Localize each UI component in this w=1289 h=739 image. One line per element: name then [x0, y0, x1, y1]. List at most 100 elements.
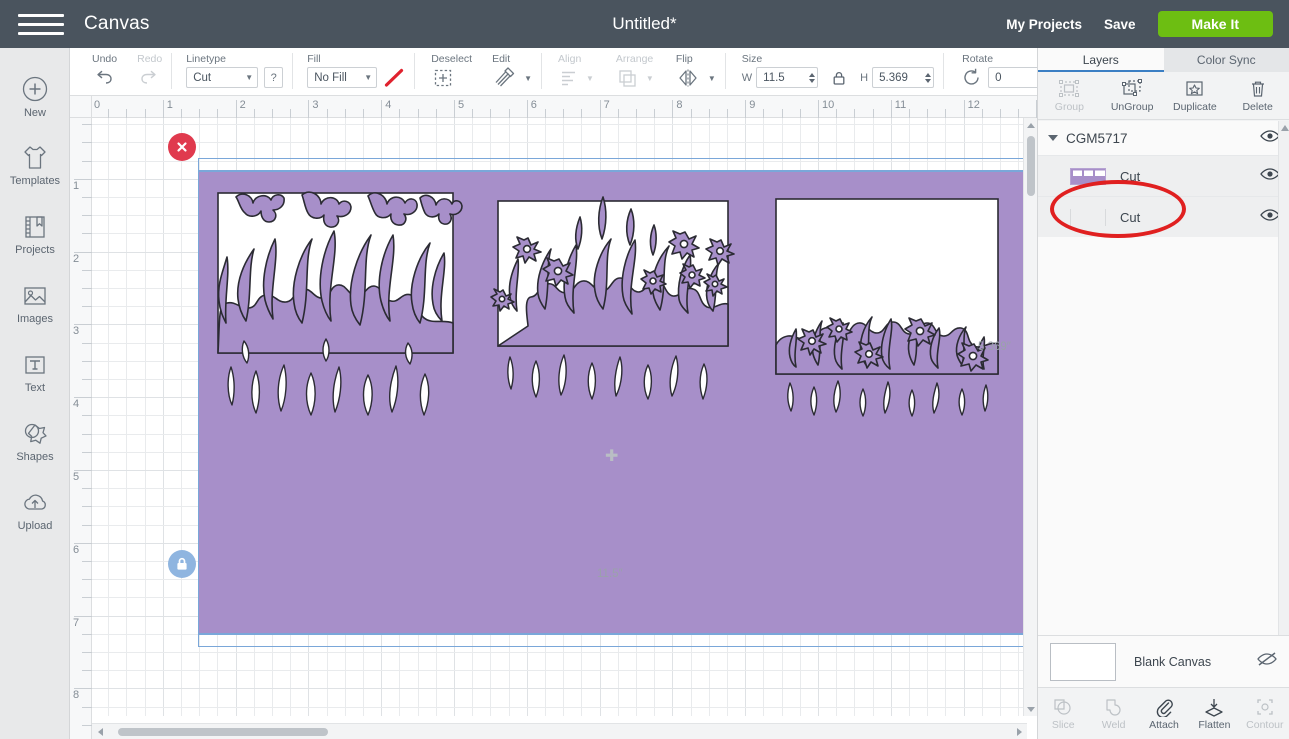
- ruler-subtick: [82, 433, 92, 435]
- layer-thumbnail: [1070, 208, 1106, 226]
- undo-button[interactable]: [92, 67, 116, 89]
- make-it-button[interactable]: Make It: [1157, 11, 1273, 37]
- layer-group-row[interactable]: CGM5717: [1038, 121, 1289, 155]
- ruler-subtick: [763, 109, 765, 118]
- arrange-button[interactable]: ▼: [616, 67, 654, 89]
- paperclip-icon: [1156, 699, 1173, 717]
- align-button[interactable]: ▼: [558, 67, 594, 89]
- sidebar-item-templates[interactable]: Templates: [0, 131, 70, 200]
- ruler-label: 3: [312, 99, 319, 111]
- tab-color-sync[interactable]: Color Sync: [1164, 48, 1289, 72]
- ruler-subtick: [199, 109, 201, 118]
- ruler-subtick: [435, 109, 437, 118]
- slice-icon: [1054, 698, 1071, 715]
- sidebar-item-images[interactable]: Images: [0, 269, 70, 338]
- ruler-label: 7: [73, 616, 80, 629]
- redo-button[interactable]: [137, 67, 161, 89]
- deselect-button[interactable]: [431, 67, 455, 89]
- edit-button[interactable]: ▼: [492, 67, 532, 89]
- layer-visibility-toggle[interactable]: [1260, 208, 1280, 227]
- canvas-area[interactable]: ✚ 11.5″ 5.369″ 012345678910111213 012345…: [70, 96, 1037, 739]
- ruler-subtick: [82, 724, 92, 726]
- flatten-button[interactable]: Flatten: [1189, 688, 1239, 739]
- linetype-help-button[interactable]: ?: [264, 67, 284, 88]
- fill-label: Fill: [307, 53, 321, 65]
- ruler-subtick: [399, 109, 401, 118]
- sidebar-label-templates: Templates: [9, 175, 61, 187]
- layer-visibility-toggle[interactable]: [1260, 167, 1280, 186]
- ruler-subtick: [781, 109, 783, 118]
- group-button[interactable]: Group: [1038, 72, 1101, 119]
- scroll-up-icon[interactable]: [1024, 118, 1037, 132]
- canvas-hscrollbar[interactable]: [92, 723, 1027, 739]
- layer-list-scrollbar[interactable]: [1278, 121, 1289, 692]
- diagonal-line-icon[interactable]: [383, 67, 405, 88]
- hscroll-thumb[interactable]: [118, 728, 328, 736]
- sidebar-item-upload[interactable]: Upload: [0, 476, 70, 545]
- attach-label: Attach: [1149, 718, 1179, 731]
- sidebar-item-new[interactable]: New: [0, 62, 70, 131]
- attach-button[interactable]: Attach: [1139, 688, 1189, 739]
- stack-layers-icon: [619, 70, 636, 87]
- blank-canvas-visibility-toggle[interactable]: [1256, 651, 1278, 672]
- ruler-subtick: [82, 524, 92, 526]
- canvas-vscrollbar[interactable]: [1023, 118, 1037, 716]
- duplicate-icon: [1186, 80, 1203, 96]
- ruler-label: 4: [385, 99, 392, 111]
- blank-canvas-row[interactable]: Blank Canvas: [1038, 635, 1289, 687]
- height-stepper[interactable]: [922, 67, 934, 88]
- undo-label: Undo: [92, 53, 118, 65]
- sidebar-item-text[interactable]: Text: [0, 338, 70, 407]
- weld-button[interactable]: Weld: [1088, 688, 1138, 739]
- sidebar-item-shapes[interactable]: Shapes: [0, 407, 70, 476]
- sidebar-item-projects[interactable]: Projects: [0, 200, 70, 269]
- scroll-right-icon[interactable]: [1011, 724, 1027, 739]
- hamburger-icon[interactable]: [18, 8, 64, 40]
- scroll-left-icon[interactable]: [92, 724, 108, 739]
- group-visibility-toggle[interactable]: [1260, 129, 1280, 148]
- ruler-subtick: [82, 706, 92, 708]
- ungroup-button[interactable]: UnGroup: [1101, 72, 1164, 119]
- chevron-down-icon[interactable]: [1048, 135, 1058, 141]
- size-lock-button[interactable]: [824, 69, 854, 86]
- selection-box-bottom: [198, 633, 1025, 647]
- scroll-up-icon[interactable]: [1279, 123, 1289, 133]
- align-left-icon: [562, 71, 575, 86]
- my-projects-link[interactable]: My Projects: [1006, 17, 1082, 32]
- slice-button[interactable]: Slice: [1038, 688, 1088, 739]
- flip-button[interactable]: ▼: [676, 67, 716, 89]
- width-stepper[interactable]: [806, 67, 818, 88]
- contour-button[interactable]: Contour: [1240, 688, 1289, 739]
- app-header: Canvas Untitled* My Projects Save Make I…: [0, 0, 1289, 48]
- fill-select[interactable]: No Fill ▼: [307, 67, 378, 88]
- rotate-icon[interactable]: [962, 67, 982, 88]
- vscroll-thumb[interactable]: [1027, 136, 1035, 196]
- duplicate-button[interactable]: Duplicate: [1164, 72, 1227, 119]
- selection-bounding-box[interactable]: [198, 170, 1025, 635]
- ruler-subtick: [690, 109, 692, 118]
- ruler-subtick: [82, 652, 92, 653]
- duplicate-label: Duplicate: [1172, 100, 1217, 113]
- chevron-down-icon: ▼: [707, 73, 716, 83]
- undo-arrow-icon: [97, 70, 112, 84]
- linetype-select[interactable]: Cut ▼: [186, 67, 259, 88]
- table-row[interactable]: Cut: [1038, 196, 1289, 237]
- chevron-down-icon: ▼: [645, 73, 654, 83]
- grid-line: [92, 652, 1027, 653]
- delete-button[interactable]: Delete: [1226, 72, 1289, 119]
- slice-label: Slice: [1051, 718, 1075, 731]
- lock-handle[interactable]: [168, 550, 196, 578]
- grid-line: [108, 118, 110, 716]
- ruler-label: 11: [894, 99, 907, 111]
- vertical-ruler: 012345678: [70, 96, 92, 739]
- ruler-subtick: [82, 306, 92, 308]
- table-row[interactable]: Cut: [1038, 155, 1289, 196]
- ruler-subtick: [545, 109, 546, 118]
- save-button[interactable]: Save: [1104, 17, 1136, 32]
- weld-icon: [1106, 698, 1121, 716]
- ruler-tick: [818, 100, 819, 118]
- ruler-subtick: [836, 109, 838, 118]
- scroll-down-icon[interactable]: [1024, 702, 1037, 716]
- tab-layers[interactable]: Layers: [1038, 48, 1164, 72]
- delete-handle[interactable]: [168, 133, 196, 161]
